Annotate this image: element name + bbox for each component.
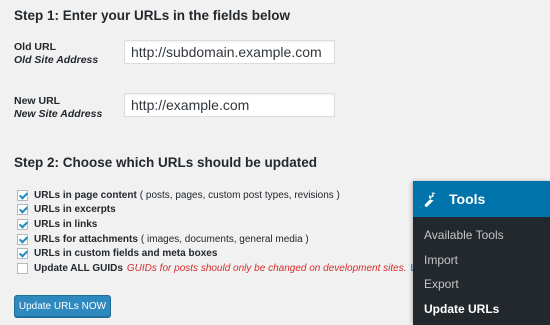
checkbox-page-content[interactable] — [17, 189, 28, 201]
checkbox-excerpts[interactable] — [17, 204, 28, 216]
option-page-content[interactable]: URLs in page content ( posts, pages, cus… — [17, 188, 422, 203]
option-extra: ( posts, pages, custom post types, revis… — [139, 189, 340, 201]
tools-admin-menu: Tools Available Tools Import Export Upda… — [413, 181, 550, 325]
option-extra: ( images, documents, general media ) — [140, 233, 309, 245]
option-label: Update ALL GUIDs — [34, 262, 123, 274]
tools-submenu: Available Tools Import Export Update URL… — [413, 217, 550, 321]
option-links[interactable]: URLs in links — [17, 217, 422, 232]
step1-heading: Step 1: Enter your URLs in the fields be… — [14, 8, 291, 23]
new-url-label: New URL New Site Address — [14, 95, 102, 121]
option-guids[interactable]: Update ALL GUIDs GUIDs for posts should … — [17, 261, 422, 276]
option-attachments[interactable]: URLs for attachments ( images, documents… — [17, 232, 422, 247]
step2-heading: Step 2: Choose which URLs should be upda… — [14, 155, 318, 170]
menu-item-export[interactable]: Export — [413, 272, 550, 297]
option-excerpts[interactable]: URLs in excerpts — [17, 203, 422, 218]
menu-item-import[interactable]: Import — [413, 248, 550, 273]
checkbox-attachments[interactable] — [17, 233, 28, 245]
url-options-list: URLs in page content ( posts, pages, cus… — [17, 188, 422, 276]
checkbox-custom-fields[interactable] — [17, 248, 28, 260]
old-url-sublabel: Old Site Address — [14, 54, 99, 66]
update-urls-page: Step 1: Enter your URLs in the fields be… — [0, 0, 550, 325]
option-label: URLs in excerpts — [34, 204, 116, 216]
new-url-label-text: New URL — [14, 95, 61, 107]
update-urls-now-button[interactable]: Update URLs NOW — [14, 295, 111, 317]
tools-menu-header[interactable]: Tools — [413, 181, 550, 217]
checkbox-links[interactable] — [17, 218, 28, 230]
menu-item-available-tools[interactable]: Available Tools — [413, 223, 550, 248]
option-label: URLs for attachments — [34, 233, 138, 245]
wrench-icon — [424, 192, 436, 207]
old-url-label: Old URL Old Site Address — [14, 41, 98, 67]
option-label: URLs in links — [34, 218, 98, 230]
option-label: URLs in page content — [34, 189, 137, 201]
old-url-input[interactable] — [124, 40, 335, 64]
new-url-input[interactable] — [124, 93, 335, 117]
old-url-label-text: Old URL — [14, 41, 56, 53]
checkbox-guids[interactable] — [17, 262, 28, 274]
menu-item-update-urls[interactable]: Update URLs — [413, 297, 550, 322]
guid-warning-text: GUIDs for posts should only be changed o… — [126, 262, 407, 274]
option-label: URLs in custom fields and meta boxes — [34, 248, 218, 260]
option-custom-fields[interactable]: URLs in custom fields and meta boxes — [17, 246, 422, 261]
new-url-sublabel: New Site Address — [14, 108, 103, 120]
tools-menu-title: Tools — [449, 191, 486, 207]
